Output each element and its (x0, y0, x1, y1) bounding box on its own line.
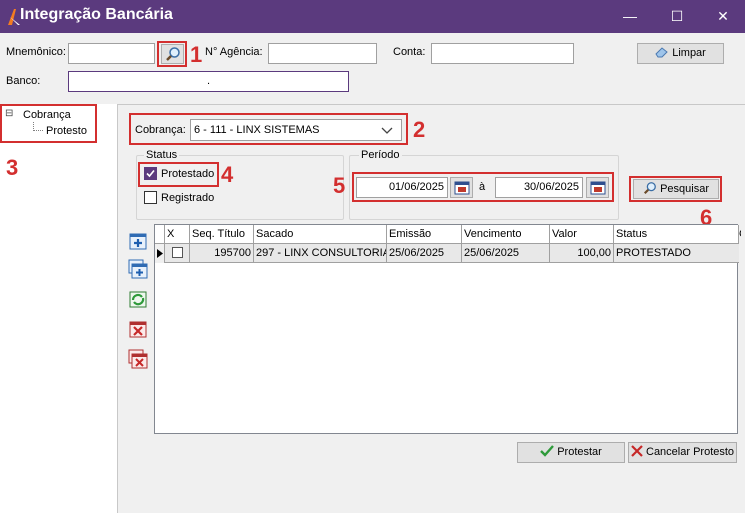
date-to-input[interactable]: 30/06/2025 (495, 177, 583, 198)
column-header-vencimento[interactable]: Vencimento (462, 225, 550, 244)
annotation-4: 4 (221, 162, 234, 187)
date-to-calendar-button[interactable] (586, 177, 609, 198)
column-header-valor[interactable]: Valor (550, 225, 614, 244)
delete-multiple-button[interactable] (128, 349, 148, 369)
pesquisar-button[interactable]: Pesquisar (633, 179, 719, 199)
column-header-status[interactable]: Status (614, 225, 739, 244)
delete-multiple-icon (128, 349, 148, 369)
agencia-input[interactable] (268, 43, 377, 64)
grid-header: X Seq. Título Sacado Emissão Vencimento … (155, 225, 741, 244)
mnemonico-label: Mnemônico: (6, 46, 66, 58)
cancelar-protesto-button[interactable]: Cancelar Protesto (628, 442, 737, 463)
row-selector-icon (155, 244, 165, 263)
date-from-calendar-button[interactable] (450, 177, 473, 198)
column-header-sacado[interactable]: Sacado (254, 225, 387, 244)
annotation-1: 1 (190, 42, 203, 67)
pesquisar-label: Pesquisar (660, 183, 709, 195)
protestado-checkbox[interactable] (144, 167, 157, 180)
cobranca-select[interactable]: 6 - 111 - LINX SISTEMAS (190, 119, 402, 141)
add-multiple-button[interactable] (128, 259, 148, 279)
row-indicator-header (155, 225, 165, 244)
column-header-emissao[interactable]: Emissão (387, 225, 462, 244)
conta-label: Conta: (393, 46, 426, 58)
registrado-checkbox[interactable] (144, 191, 157, 204)
window-title: Integração Bancária (20, 6, 173, 23)
mnemonico-input[interactable] (68, 43, 155, 64)
delete-button[interactable] (128, 319, 148, 339)
cobranca-label: Cobrança: (135, 124, 186, 136)
tree-line (33, 130, 43, 131)
tree-item-protesto[interactable]: Protesto (46, 125, 87, 137)
cell-valor: 100,00 (550, 244, 614, 263)
date-from-value: 01/06/2025 (388, 181, 444, 193)
delete-icon (129, 321, 147, 338)
limpar-button[interactable]: Limpar (637, 43, 724, 64)
column-header-x[interactable]: X (165, 225, 190, 244)
cell-status: PROTESTADO (616, 247, 691, 259)
protestar-label: Protestar (557, 446, 602, 458)
title-bar: Integração Bancária — ☐ ✕ (0, 0, 745, 33)
cobranca-select-value: 6 - 111 - LINX SISTEMAS (194, 124, 320, 136)
calendar-icon (590, 181, 605, 195)
banco-value: . (206, 75, 211, 87)
registrado-label: Registrado (161, 192, 215, 204)
protestar-button[interactable]: Protestar (517, 442, 625, 463)
checkmark-icon (146, 169, 155, 178)
cancelar-protesto-label: Cancelar Protesto (646, 446, 735, 458)
cancel-icon (631, 445, 643, 457)
column-header-seq[interactable]: Seq. Título (190, 225, 254, 244)
date-to-value: 30/06/2025 (523, 181, 579, 193)
close-button[interactable]: ✕ (700, 0, 745, 33)
column-header-c[interactable]: C (739, 225, 741, 244)
search-icon (643, 182, 656, 195)
add-icon (129, 233, 147, 250)
annotation-2: 2 (413, 117, 426, 142)
conta-input[interactable] (431, 43, 574, 64)
row-checkbox-cell[interactable] (165, 244, 190, 263)
cell-vencimento: 25/06/2025 (462, 244, 550, 263)
tree-expander-icon[interactable]: ⊟ (5, 108, 13, 119)
date-separator: à (479, 181, 486, 193)
add-multiple-icon (128, 259, 148, 279)
annotation-3: 3 (6, 155, 19, 180)
periodo-group-title: Período (359, 149, 402, 161)
refresh-button[interactable] (128, 289, 148, 309)
search-icon (165, 47, 180, 61)
annotation-5: 5 (333, 173, 346, 198)
agencia-label: N° Agência: (205, 46, 263, 58)
status-group-title: Status (144, 149, 180, 161)
calendar-icon (454, 181, 469, 195)
cell-emissao: 25/06/2025 (387, 244, 462, 263)
maximize-button[interactable]: ☐ (654, 0, 700, 33)
protestado-label: Protestado (161, 168, 215, 180)
row-checkbox[interactable] (172, 247, 183, 258)
date-from-input[interactable]: 01/06/2025 (356, 177, 448, 198)
add-button[interactable] (128, 231, 148, 251)
search-button[interactable] (161, 44, 184, 64)
chevron-down-icon (381, 127, 393, 134)
banco-field[interactable]: . (68, 71, 349, 92)
minimize-button[interactable]: — (607, 0, 653, 33)
results-grid: X Seq. Título Sacado Emissão Vencimento … (154, 224, 741, 434)
banco-label: Banco: (6, 75, 41, 87)
eraser-icon (655, 47, 668, 58)
tree-item-cobranca[interactable]: Cobrança (23, 109, 71, 121)
check-icon (540, 445, 555, 457)
refresh-icon (129, 291, 147, 308)
cell-seq: 195700 (190, 244, 254, 263)
cell-sacado: 297 - LINX CONSULTORIA (254, 244, 387, 263)
limpar-label: Limpar (672, 47, 706, 59)
table-row[interactable]: 195700 297 - LINX CONSULTORIA 25/06/2025… (155, 244, 739, 263)
